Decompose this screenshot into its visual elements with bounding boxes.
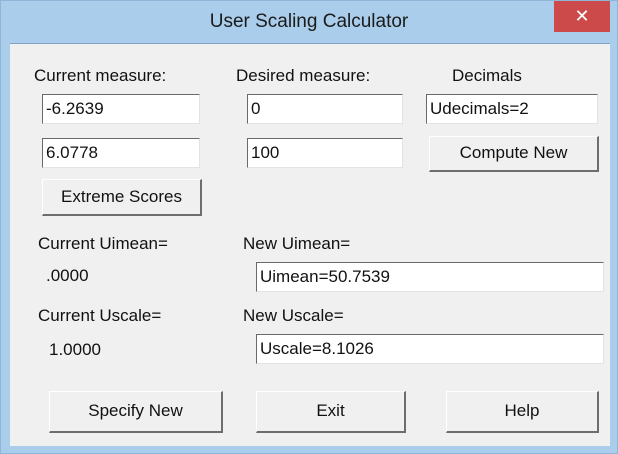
- title-bar[interactable]: User Scaling Calculator ✕: [1, 1, 617, 43]
- new-uimean-label: New Uimean=: [243, 234, 351, 253]
- exit-button[interactable]: Exit: [256, 391, 406, 433]
- close-button[interactable]: ✕: [554, 1, 610, 32]
- desired-measure-2-input[interactable]: 100: [247, 138, 403, 168]
- dialog-body: Current measure: Desired measure: Decima…: [10, 43, 610, 446]
- help-button[interactable]: Help: [446, 391, 599, 433]
- desired-measure-1-input[interactable]: 0: [247, 94, 403, 124]
- current-uscale-value: 1.0000: [49, 340, 101, 359]
- new-uscale-label: New Uscale=: [243, 306, 344, 325]
- close-icon: ✕: [574, 6, 590, 26]
- desired-measure-heading: Desired measure:: [236, 66, 371, 85]
- new-uscale-input[interactable]: Uscale=8.1026: [256, 334, 604, 364]
- decimals-input[interactable]: Udecimals=2: [426, 94, 598, 124]
- current-uscale-label: Current Uscale=: [38, 306, 162, 325]
- current-measure-1-input[interactable]: -6.2639: [42, 94, 200, 124]
- specify-new-button[interactable]: Specify New: [49, 391, 223, 433]
- current-measure-heading: Current measure:: [34, 66, 167, 85]
- calculator-window: User Scaling Calculator ✕ Current measur…: [0, 0, 618, 454]
- new-uimean-input[interactable]: Uimean=50.7539: [256, 262, 604, 292]
- current-uimean-label: Current Uimean=: [38, 234, 168, 253]
- window-title: User Scaling Calculator: [209, 11, 409, 32]
- decimals-heading: Decimals: [452, 66, 522, 85]
- current-measure-2-input[interactable]: 6.0778: [42, 138, 200, 168]
- compute-new-button[interactable]: Compute New: [429, 136, 599, 172]
- extreme-scores-button[interactable]: Extreme Scores: [42, 179, 202, 216]
- current-uimean-value: .0000: [46, 266, 89, 285]
